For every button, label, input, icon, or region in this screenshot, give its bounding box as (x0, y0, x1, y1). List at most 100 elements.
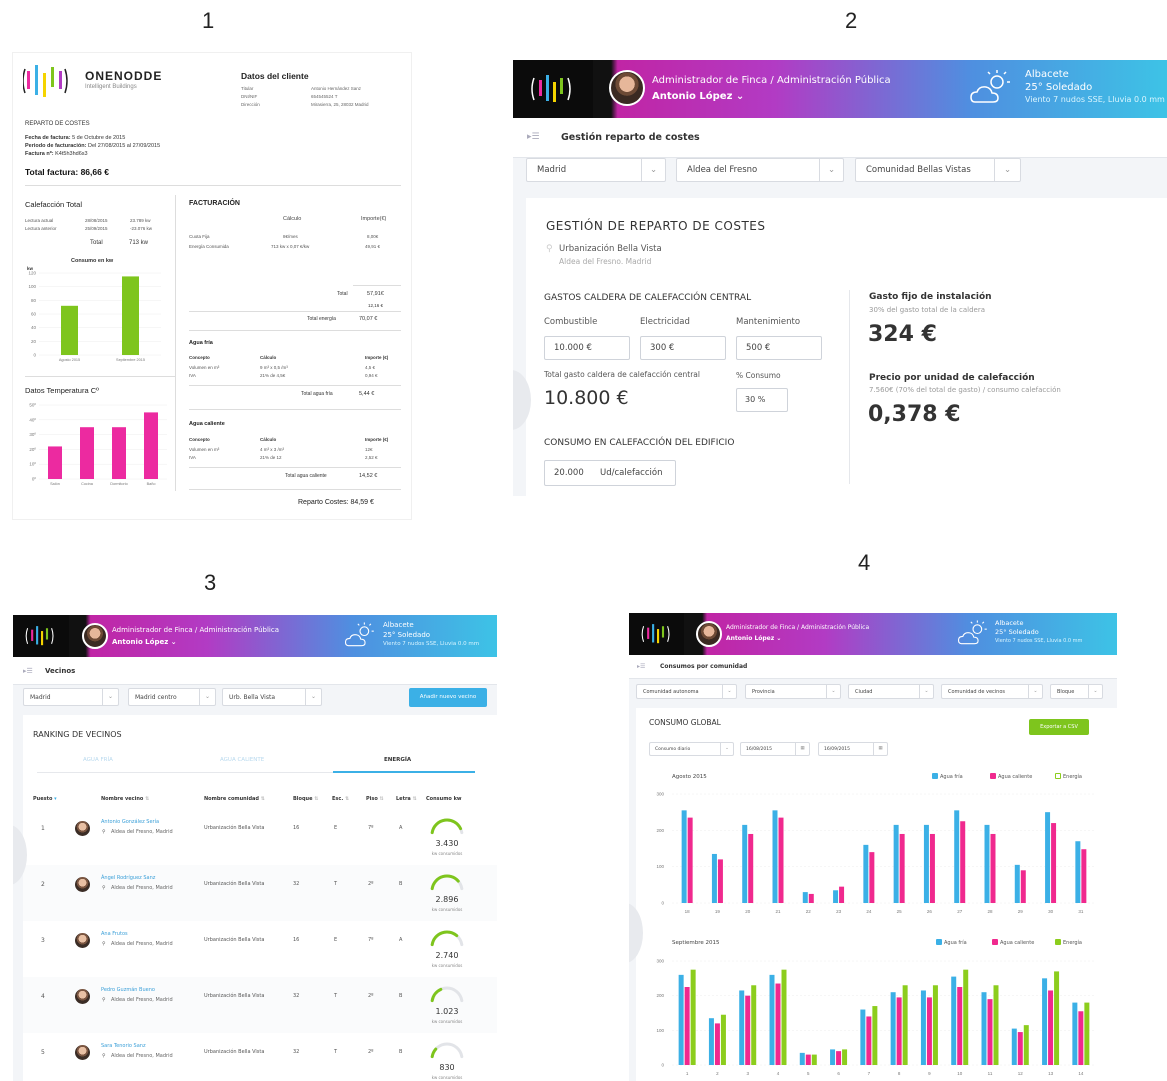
city-select[interactable]: Ciudad ⌄ (848, 684, 934, 699)
province-select[interactable]: Madrid ⌄ (526, 158, 666, 182)
menu-toggle-icon[interactable]: ▸☰ (23, 667, 33, 675)
user-avatar[interactable] (696, 621, 722, 647)
lect-ant-label: Lectura anterior (25, 226, 57, 231)
tab-agua-caliente[interactable]: AGUA CALIENTE (220, 757, 264, 763)
row-stair: E (334, 937, 338, 943)
panel-number-1: 1 (202, 8, 215, 33)
total-kw: 713 kw (129, 240, 149, 246)
community-select[interactable]: Comunidad de vecinos ⌄ (941, 684, 1043, 699)
row-community: Urbanización Bella Vista (204, 993, 265, 999)
consumo-pct-input[interactable]: 30 % (736, 388, 788, 412)
row-name-link[interactable]: Sara Tenorio Sanz (101, 1043, 146, 1049)
lect-ant-date: 25/09/2015 (85, 226, 108, 231)
bar (1017, 1032, 1023, 1065)
y-tick-label: 10º (29, 462, 36, 467)
col-esc[interactable]: Esc. ⇅ (332, 796, 349, 802)
col-nombre[interactable]: Nombre vecino ⇅ (101, 796, 149, 802)
bar (805, 1054, 811, 1065)
autonomous-community-select[interactable]: Comunidad autonoma ⌄ (636, 684, 737, 699)
user-avatar[interactable] (609, 70, 645, 106)
col-puesto[interactable]: Puesto ▾ (33, 796, 57, 802)
lect-actual-label: Lectura actual (25, 218, 54, 223)
table-row[interactable] (23, 921, 497, 977)
mantenimiento-input[interactable]: 500 € (736, 336, 822, 360)
col-comunidad[interactable]: Nombre comunidad ⇅ (204, 796, 265, 802)
export-csv-button[interactable]: Exportar a CSV (1029, 719, 1089, 735)
legend-agua-fria-2[interactable]: Agua fría (936, 939, 967, 946)
col-bloque[interactable]: Bloque ⇅ (293, 796, 318, 802)
col-consumo[interactable]: Consumo kw (426, 796, 462, 802)
date-from-input[interactable]: 16/08/2015 ▦ (740, 742, 810, 756)
chevron-down-icon: ⌄ (641, 159, 665, 181)
client-val-0: Antonio Hernández Sanz (311, 86, 362, 91)
combustible-input[interactable]: 10.000 € (544, 336, 630, 360)
y-tick-label: 0º (32, 477, 37, 482)
user-menu[interactable]: Antonio López ⌄ (726, 635, 781, 642)
user-menu[interactable]: Antonio López ⌄ (652, 91, 744, 102)
legend-energia[interactable]: Energía (1055, 773, 1082, 780)
sort-icon: ⇅ (260, 796, 265, 802)
importe-head: Importe (€) (365, 355, 389, 360)
legend-agua-caliente[interactable]: Agua caliente (990, 773, 1032, 780)
date-to-input[interactable]: 16/09/2015 ▦ (818, 742, 888, 756)
province-select[interactable]: Madrid ⌄ (23, 688, 119, 706)
divider (25, 376, 175, 377)
chevron-down-icon: ⌄ (735, 91, 745, 102)
tab-energia[interactable]: ENERGÍA (384, 757, 411, 763)
user-role: Administrador de Finca / Administración … (652, 75, 891, 86)
district-select[interactable]: Madrid centro ⌄ (128, 688, 216, 706)
add-neighbor-button[interactable]: Añadir nuevo vecino (409, 688, 487, 707)
user-avatar[interactable] (82, 623, 108, 649)
range-select[interactable]: Consumo diario ⌄ (649, 742, 734, 756)
bar (745, 995, 751, 1065)
y-tick-label: 30º (29, 432, 36, 437)
row-name-link[interactable]: Ana Frutos (101, 931, 128, 937)
province-select[interactable]: Provincia ⌄ (745, 684, 841, 699)
city-select[interactable]: Aldea del Fresno ⌄ (676, 158, 844, 182)
y-tick-label: 300 (656, 792, 664, 797)
table-row[interactable] (23, 865, 497, 921)
row-name-link[interactable]: Pedro Guzmán Bueno (101, 987, 155, 993)
user-role: Administrador de Finca / Administración … (112, 626, 280, 634)
col-letra[interactable]: Letra ⇅ (396, 796, 417, 802)
periodo-row: Periodo de facturación: Del 27/08/2015 a… (25, 143, 161, 149)
user-menu[interactable]: Antonio López ⌄ (112, 638, 177, 646)
y-tick-label: 100 (656, 1028, 664, 1033)
legend-agua-fria[interactable]: Agua fría (932, 773, 963, 780)
calendar-icon: ▦ (873, 743, 887, 755)
divider (189, 311, 401, 312)
agua-fria-title: Agua fría (189, 340, 213, 346)
consumo-edificio-input[interactable]: 20.000 Ud/calefacción (544, 460, 676, 486)
urbanization-select[interactable]: Urb. Bella Vista ⌄ (222, 688, 322, 706)
menu-toggle-icon[interactable]: ▸☰ (527, 132, 540, 142)
col-piso[interactable]: Piso ⇅ (366, 796, 384, 802)
row-name-link[interactable]: Ángel Rodríguez Sanz (101, 875, 155, 881)
legend-energia-2[interactable]: Energía (1055, 939, 1082, 946)
table-row[interactable] (23, 977, 497, 1033)
electricidad-input[interactable]: 300 € (640, 336, 726, 360)
y-tick-label: 300 (656, 959, 664, 964)
tab-agua-fria[interactable]: AGUA FRÍA (83, 757, 113, 763)
row-floor: 2º (368, 1049, 374, 1055)
community-select[interactable]: Comunidad Bellas Vistas ⌄ (855, 158, 1021, 182)
lect-actual-date: 28/08/2015 (85, 218, 108, 223)
x-tick-label: 9 (928, 1071, 931, 1076)
table-row[interactable] (23, 809, 497, 865)
chevron-down-icon: ⌄ (994, 159, 1020, 181)
row-name-link[interactable]: Antonio González Sería (101, 819, 159, 825)
bar (751, 985, 757, 1065)
bar (122, 276, 139, 355)
bar (112, 427, 126, 479)
legend-agua-caliente-2[interactable]: Agua caliente (992, 939, 1034, 946)
weather-sun-cloud-icon (344, 622, 374, 647)
menu-toggle-icon[interactable]: ▸☰ (637, 663, 645, 670)
total-energia-label: Total energía (307, 316, 336, 322)
x-tick-label: 5 (807, 1071, 810, 1076)
section-bar: ▸☰ Vecinos (13, 657, 497, 685)
table-row[interactable] (23, 1033, 497, 1081)
calculo-col: Cálculo (283, 216, 302, 222)
block-select[interactable]: Bloque ⌄ (1050, 684, 1103, 699)
consumption-card: CONSUMO GLOBAL Exportar a CSV Consumo di… (636, 708, 1117, 1081)
bar (981, 992, 987, 1065)
gastos-title: GASTOS CALDERA DE CALEFACCIÓN CENTRAL (544, 293, 752, 303)
